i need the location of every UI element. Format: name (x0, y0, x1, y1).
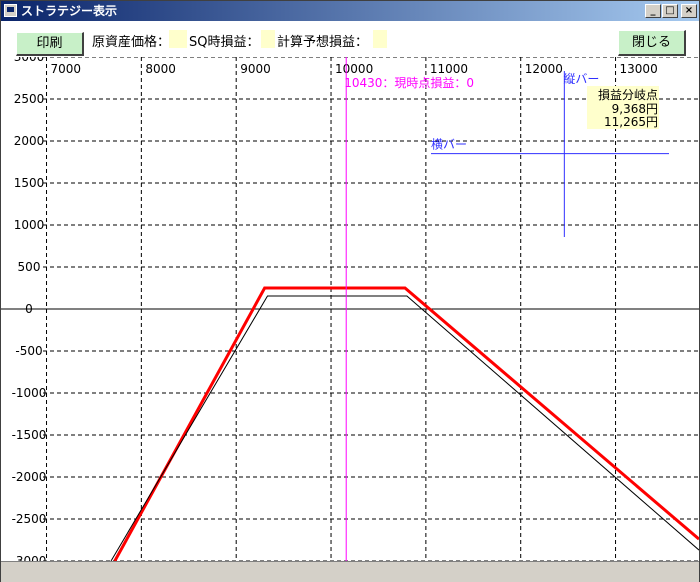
y-tick-label: 2500 (14, 92, 45, 106)
pnl-series-line (110, 295, 700, 562)
sq-pnl-value (261, 30, 275, 48)
x-tick-label: 10000 (335, 62, 373, 76)
y-tick-label: 1000 (14, 218, 45, 232)
breakeven-title: 損益分岐点 (598, 87, 658, 102)
underlying-price-value (169, 30, 187, 48)
x-tick-label: 8000 (145, 62, 176, 76)
x-tick-label: 9000 (240, 62, 271, 76)
y-tick-label: -2000 (12, 470, 47, 484)
close-button[interactable]: 閉じる (618, 30, 686, 56)
strategy-window: ストラテジー表示 _ □ × 印刷 原資産価格： SQ時損益： 計算予想損益： … (0, 0, 700, 582)
vertical-bar-label: 縦バー (563, 72, 599, 86)
title-bar[interactable]: ストラテジー表示 _ □ × (1, 1, 699, 21)
underlying-price-label: 原資産価格： (92, 35, 171, 50)
breakeven-value: 9,368円 (612, 102, 658, 116)
expected-pnl-label: 計算予想損益： (277, 35, 369, 50)
y-tick-label: -2500 (12, 512, 47, 526)
y-tick-label: 3000 (14, 57, 45, 64)
x-tick-label: 13000 (620, 62, 658, 76)
y-tick-label: -3000 (12, 554, 47, 561)
x-tick-label: 7000 (51, 62, 82, 76)
pnl-chart-svg: 7000 8000 9000 10000 11000 12000 13000 3000 2500… (1, 50, 700, 568)
y-tick-label: 500 (18, 260, 41, 274)
y-tick-label: 1500 (14, 176, 45, 190)
x-tick-label: 11000 (430, 62, 468, 76)
toolbar: 印刷 原資産価格： SQ時損益： 計算予想損益： 閉じる (1, 21, 699, 57)
y-tick-label: -1500 (12, 428, 47, 442)
sq-pnl-label: SQ時損益： (189, 35, 260, 50)
app-icon[interactable] (4, 4, 17, 17)
y-tick-label: -500 (15, 344, 42, 358)
print-button[interactable]: 印刷 (16, 32, 84, 56)
y-tick-label: 2000 (14, 134, 45, 148)
current-price-label: 10430：現時点損益：0 (344, 75, 474, 90)
minimize-button[interactable]: _ (645, 4, 661, 18)
expected-pnl-value (373, 30, 387, 48)
x-tick-label: 12000 (525, 62, 563, 76)
breakeven-value: 11,265円 (604, 115, 658, 129)
close-window-button[interactable]: × (681, 4, 697, 18)
y-tick-label: -1000 (12, 386, 47, 400)
pnl-series-line (113, 286, 700, 562)
horizontal-bar-label: 横バー (431, 138, 467, 152)
window-title: ストラテジー表示 (21, 4, 118, 18)
maximize-button[interactable]: □ (662, 4, 678, 18)
pnl-chart: 7000 8000 9000 10000 11000 12000 13000 3000 2500… (1, 50, 700, 568)
status-bar (1, 561, 699, 582)
